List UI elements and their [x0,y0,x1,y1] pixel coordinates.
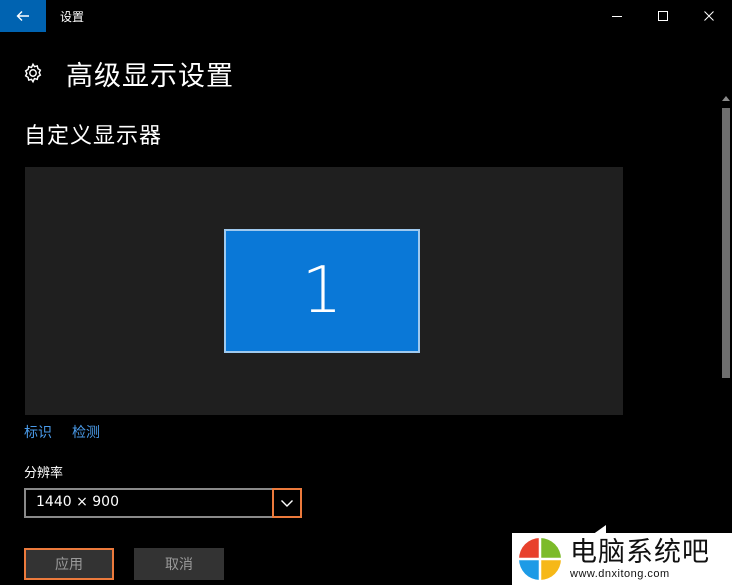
close-icon [704,11,714,21]
apply-button[interactable]: 应用 [24,548,114,580]
resolution-dropdown-toggle[interactable] [272,488,302,518]
detect-link[interactable]: 检测 [72,422,100,442]
watermark-url: www.dnxitong.com [570,568,670,580]
resolution-label: 分辨率 [24,466,64,481]
scrollbar-thumb[interactable] [722,108,730,378]
watermark-tail [592,525,606,535]
monitor-number: 1 [301,254,343,328]
watermark-text: 电脑系统吧 www.dnxitong.com [570,537,710,581]
close-button[interactable] [686,0,732,32]
back-arrow-icon [16,11,29,21]
minimize-icon [612,16,622,17]
display-preview: 1 [25,167,623,415]
maximize-icon [658,11,668,21]
title-bar: 设置 [0,0,732,32]
scroll-up-arrow-icon[interactable] [722,96,730,101]
identify-link[interactable]: 标识 [24,422,52,442]
back-button[interactable] [0,0,46,32]
cancel-button[interactable]: 取消 [134,548,224,580]
monitor-tile[interactable]: 1 [224,229,420,353]
page-title: 高级显示设置 [66,60,234,92]
resolution-value: 1440 × 900 [36,494,119,510]
watermark-title: 电脑系统吧 [570,537,710,568]
section-title: 自定义显示器 [24,124,163,149]
preview-links: 标识 检测 [24,422,120,442]
resolution-dropdown[interactable]: 1440 × 900 [24,488,302,518]
page-header: 高级显示设置 [22,56,234,92]
scrollbar[interactable] [720,96,732,536]
chevron-down-icon [281,500,293,507]
maximize-button[interactable] [640,0,686,32]
watermark: 电脑系统吧 www.dnxitong.com [512,525,732,585]
windows-logo-icon [518,537,562,581]
minimize-button[interactable] [594,0,640,32]
window-title: 设置 [60,10,85,24]
gear-icon [24,62,42,84]
